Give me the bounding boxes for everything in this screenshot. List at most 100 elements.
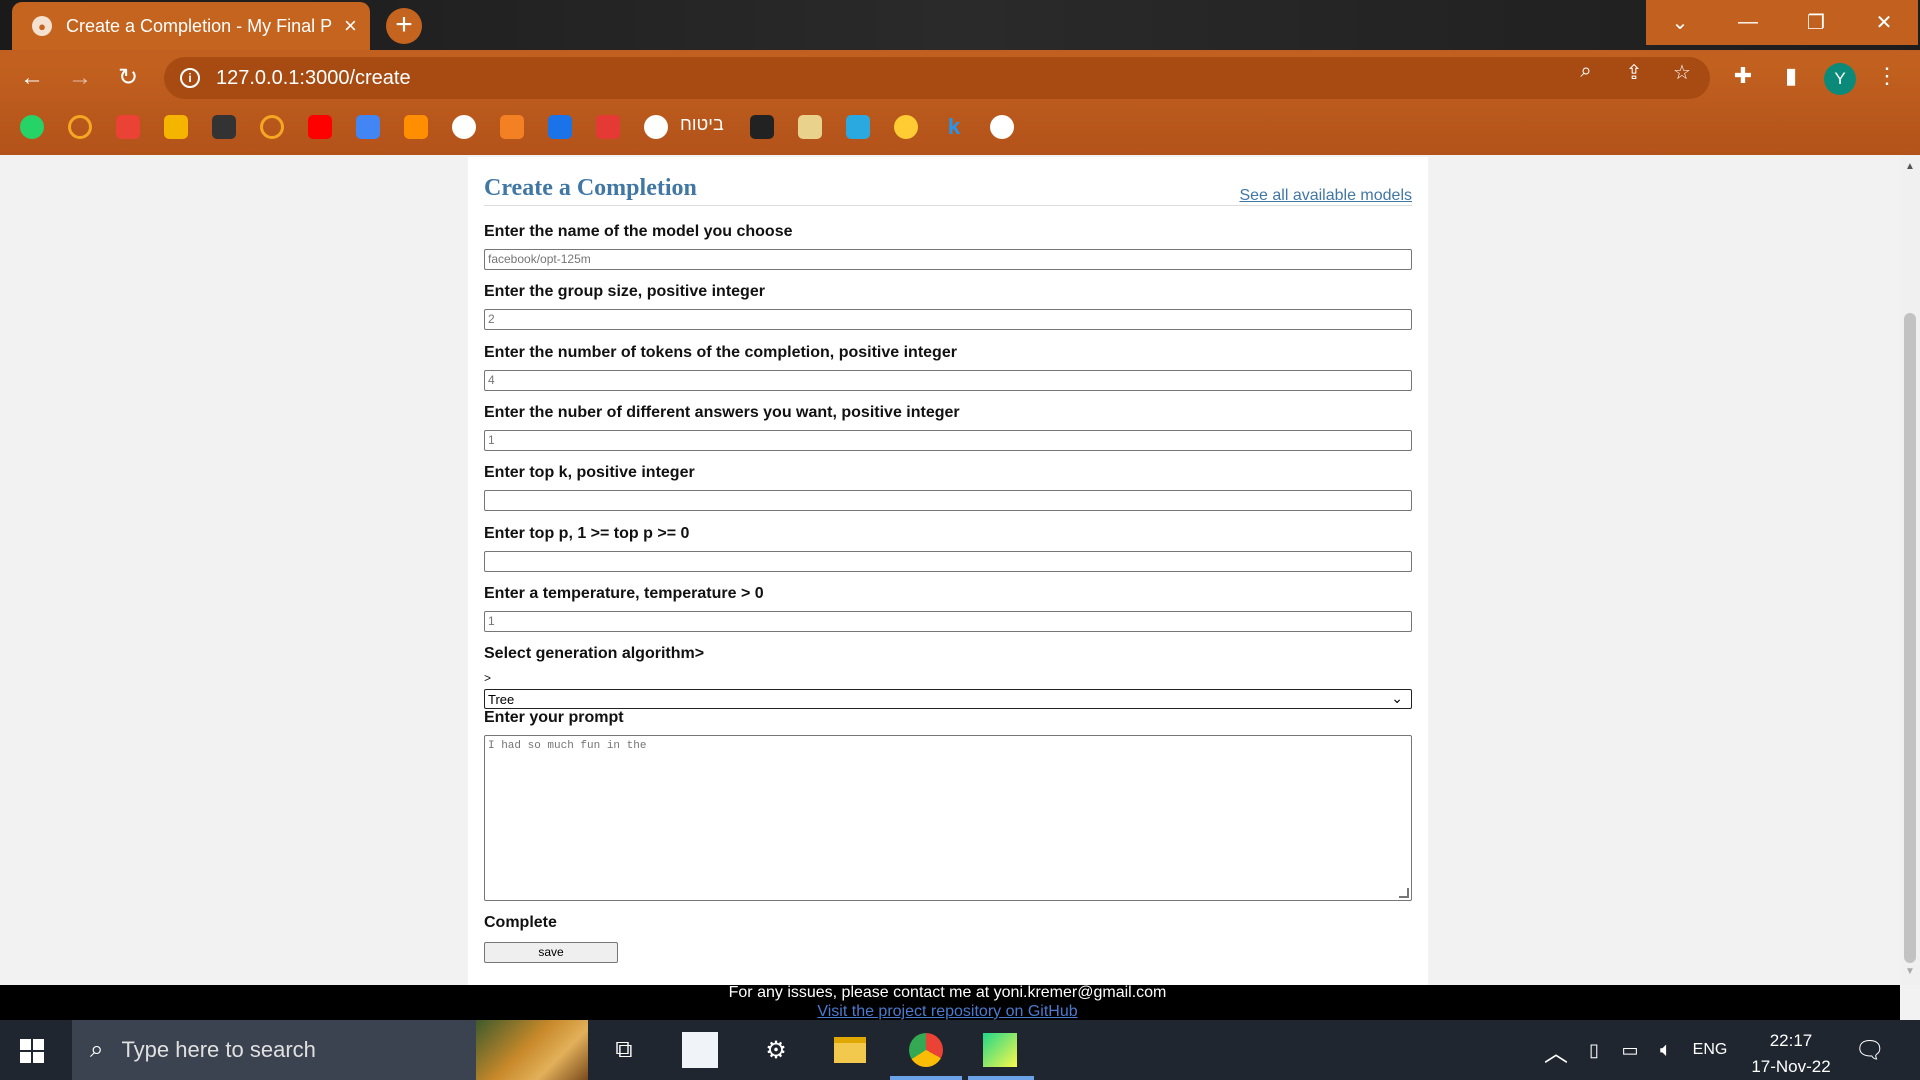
insurance-bookmark-label[interactable]: ביטוח <box>680 114 724 135</box>
github-bookmark-icon[interactable] <box>452 115 476 139</box>
address-bar[interactable]: i 127.0.0.1:3000/create <box>164 57 1710 99</box>
group-size-label: Enter the group size, positive integer <box>484 283 765 300</box>
group-size-input[interactable]: 2 <box>484 309 1412 330</box>
classroom-bookmark-icon[interactable] <box>164 115 188 139</box>
windows-start-icon[interactable] <box>20 1039 44 1063</box>
volume-icon[interactable]: 🔈︎ <box>1646 1030 1686 1070</box>
model-label: Enter the name of the model you choose <box>484 223 793 240</box>
pycharm-active-indicator <box>968 1076 1034 1080</box>
page-scrollbar[interactable]: ▲ ▼ <box>1900 155 1920 985</box>
prompt-textarea[interactable]: I had so much fun in the <box>484 735 1412 901</box>
temperature-input[interactable]: 1 <box>484 611 1412 632</box>
footer-contact-text: For any issues, please contact me at yon… <box>728 984 1167 1001</box>
school-bookmark-icon[interactable] <box>212 115 236 139</box>
share-icon[interactable]: ⇪ <box>1620 60 1648 85</box>
youtube-bookmark-icon[interactable] <box>308 115 332 139</box>
close-tab-icon[interactable]: × <box>344 15 357 37</box>
top-p-label: Enter top p, 1 >= top p >= 0 <box>484 525 690 542</box>
prompt-placeholder: I had so much fun in the <box>488 740 647 752</box>
kaggle-bookmark-icon[interactable]: k <box>942 115 966 139</box>
algorithm-select[interactable]: Tree ⌄ <box>484 689 1412 709</box>
app-icon[interactable] <box>680 1030 720 1070</box>
tensorflow-bookmark-icon[interactable] <box>404 115 428 139</box>
chrome-icon[interactable] <box>906 1030 946 1070</box>
answers-label: Enter the nuber of different answers you… <box>484 404 960 421</box>
gmail-bookmark-icon[interactable] <box>116 115 140 139</box>
zoom-icon[interactable]: ⌕ <box>1572 60 1600 83</box>
task-view-icon[interactable]: ⧉ <box>604 1030 644 1070</box>
minimize-button[interactable]: — <box>1714 0 1782 45</box>
stackoverflow-bookmark-icon[interactable] <box>500 115 524 139</box>
model-input[interactable]: facebook/opt-125m <box>484 249 1412 270</box>
chevron-down-icon: ⌄ <box>1391 690 1403 706</box>
browser-toolbar: ← → ↻ i 127.0.0.1:3000/create ⌕ ⇪ ☆ ✚ ▮ … <box>0 50 1920 106</box>
lambda-bookmark-icon[interactable] <box>750 115 774 139</box>
taskbar-clock[interactable]: 22:17 17-Nov-22 <box>1736 1028 1846 1080</box>
save-button[interactable]: save <box>484 942 618 963</box>
site-info-icon[interactable]: i <box>180 68 200 88</box>
whatsapp-bookmark-icon[interactable] <box>20 115 44 139</box>
tab-title: Create a Completion - My Final P <box>66 15 333 36</box>
tokens-label: Enter the number of tokens of the comple… <box>484 344 957 361</box>
settings-bookmark-icon[interactable] <box>548 115 572 139</box>
scrollbar-thumb[interactable] <box>1904 313 1916 963</box>
top-k-input[interactable] <box>484 490 1412 511</box>
windows-taskbar: ⌕ Type here to search ⧉ ⚙ ︿ ▯ ▭ 🔈︎ ENG 2… <box>0 1020 1920 1080</box>
forward-icon[interactable]: → <box>64 62 96 94</box>
top-k-label: Enter top k, positive integer <box>484 464 695 481</box>
complete-label: Complete <box>484 914 557 931</box>
sy-bookmark-icon[interactable] <box>596 115 620 139</box>
stray-gt-text: > <box>484 671 492 685</box>
scroll-up-icon[interactable]: ▲ <box>1905 161 1915 172</box>
algorithm-selected-value: Tree <box>488 692 515 707</box>
bookmarks-bar: ביטוח k <box>0 106 1920 146</box>
profile-avatar[interactable]: Y <box>1824 63 1856 95</box>
back-icon[interactable]: ← <box>16 62 48 94</box>
colab-bookmark-icon[interactable] <box>990 115 1014 139</box>
infinity-bookmark-icon[interactable] <box>68 115 92 139</box>
reload-icon[interactable]: ↻ <box>112 62 144 94</box>
algorithm-label: Select generation algorithm> <box>484 645 705 662</box>
see-models-link[interactable]: See all available models <box>1239 187 1412 205</box>
taskbar-search-placeholder: Type here to search <box>121 1037 316 1062</box>
chrome-active-indicator <box>890 1076 962 1080</box>
footer-repo-link[interactable]: Visit the project repository on GitHub <box>0 1003 1895 1021</box>
infinity-bookmark-icon-2[interactable] <box>260 115 284 139</box>
menu-icon[interactable]: ⋮ <box>1872 63 1902 89</box>
language-indicator[interactable]: ENG <box>1690 1030 1730 1070</box>
file-explorer-icon[interactable] <box>830 1030 870 1070</box>
page-viewport: Create a Completion See all available mo… <box>0 155 1920 1020</box>
top-p-input[interactable] <box>484 551 1412 572</box>
resize-grip-icon[interactable] <box>1399 888 1409 898</box>
taskbar-search-box[interactable]: ⌕ Type here to search <box>72 1020 588 1080</box>
prompt-label: Enter your prompt <box>484 709 624 726</box>
scroll-down-icon[interactable]: ▼ <box>1905 966 1915 977</box>
side-panel-icon[interactable]: ▮ <box>1776 63 1806 89</box>
new-tab-button[interactable]: + <box>386 8 422 44</box>
clock-time: 22:17 <box>1769 1031 1813 1050</box>
answers-input[interactable]: 1 <box>484 430 1412 451</box>
device-icon[interactable]: ▯ <box>1574 1030 1614 1070</box>
notifications-icon[interactable]: 🗨︎ <box>1850 1030 1890 1070</box>
pycharm-icon[interactable] <box>980 1030 1020 1070</box>
tab-search-icon[interactable]: ⌄ <box>1646 0 1714 45</box>
tab-create-completion[interactable]: ● Create a Completion - My Final P × <box>12 2 370 50</box>
battery-icon[interactable]: ▭ <box>1610 1030 1650 1070</box>
close-window-button[interactable]: ✕ <box>1850 0 1918 45</box>
gear-bookmark-icon[interactable] <box>798 115 822 139</box>
dl-bookmark-icon[interactable] <box>846 115 870 139</box>
insurance-bookmark-icon[interactable] <box>644 115 668 139</box>
content-card: Create a Completion See all available mo… <box>468 157 1428 987</box>
temperature-label: Enter a temperature, temperature > 0 <box>484 585 764 602</box>
translate-bookmark-icon[interactable] <box>356 115 380 139</box>
tab-strip: ● Create a Completion - My Final P × + ⌄… <box>0 0 1920 50</box>
tokens-input[interactable]: 4 <box>484 370 1412 391</box>
tray-chevron-up-icon[interactable]: ︿ <box>1536 1030 1576 1070</box>
extensions-icon[interactable]: ✚ <box>1728 63 1758 89</box>
browser-chrome: ● Create a Completion - My Final P × + ⌄… <box>0 0 1920 155</box>
search-icon: ⌕ <box>90 1036 104 1063</box>
bookmark-star-icon[interactable]: ☆ <box>1668 60 1696 85</box>
restore-button[interactable]: ❐ <box>1782 0 1850 45</box>
huggingface-bookmark-icon[interactable] <box>894 115 918 139</box>
settings-gear-icon[interactable]: ⚙ <box>756 1030 796 1070</box>
